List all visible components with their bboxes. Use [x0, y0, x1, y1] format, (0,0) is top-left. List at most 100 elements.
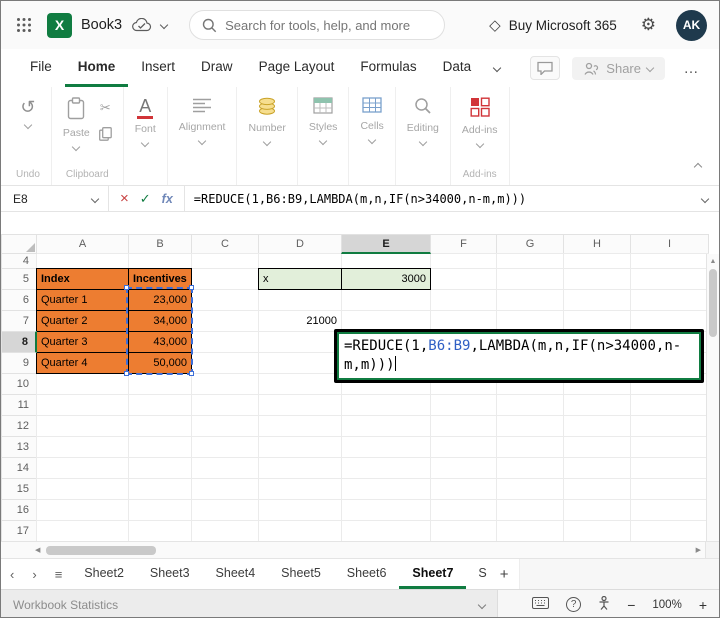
tab-file[interactable]: File [17, 49, 65, 87]
cell-H15[interactable] [563, 478, 631, 500]
chevron-down-icon[interactable] [159, 20, 169, 30]
row-header-17[interactable]: 17 [1, 520, 37, 541]
name-box[interactable]: E8 [1, 186, 109, 211]
column-header-H[interactable]: H [563, 234, 631, 254]
cell-G12[interactable] [496, 415, 564, 437]
more-tabs-chevron[interactable] [484, 49, 510, 87]
cell-D12[interactable] [258, 415, 342, 437]
vertical-scrollbar[interactable]: ▲ [706, 254, 719, 541]
cell-H16[interactable] [563, 499, 631, 521]
cell-I15[interactable] [630, 478, 709, 500]
range-handle[interactable] [189, 285, 194, 290]
cell-D14[interactable] [258, 457, 342, 479]
row-header-11[interactable]: 11 [1, 394, 37, 416]
cell-D13[interactable] [258, 436, 342, 458]
cell-F13[interactable] [430, 436, 497, 458]
cell-C4[interactable] [191, 253, 259, 269]
cell-C6[interactable] [191, 289, 259, 311]
row-header-4[interactable]: 4 [1, 253, 37, 269]
cell-D17[interactable] [258, 520, 342, 541]
cell-A11[interactable] [36, 394, 129, 416]
cell-B6[interactable]: 23,000 [128, 289, 192, 311]
chevron-down-icon[interactable] [90, 194, 100, 203]
cell-A12[interactable] [36, 415, 129, 437]
horizontal-scrollbar[interactable]: ◀ ▶ [1, 541, 719, 558]
sheet-nav-right-chevron[interactable]: › [23, 559, 45, 589]
cell-I6[interactable] [630, 289, 709, 311]
row-header-6[interactable]: 6 [1, 289, 37, 311]
cancel-entry-button[interactable]: × [120, 191, 129, 206]
cell-H12[interactable] [563, 415, 631, 437]
share-button[interactable]: Share [572, 56, 665, 80]
cell-H11[interactable] [563, 394, 631, 416]
horizontal-scroll-thumb[interactable] [46, 545, 157, 555]
cell-B13[interactable] [128, 436, 192, 458]
cell-D15[interactable] [258, 478, 342, 500]
cell-D11[interactable] [258, 394, 342, 416]
sheet-tab-sheet3[interactable]: Sheet3 [137, 559, 203, 589]
cell-I11[interactable] [630, 394, 709, 416]
cell-A8[interactable]: Quarter 3 [36, 331, 129, 353]
tab-insert[interactable]: Insert [128, 49, 188, 87]
workbook-title[interactable]: Book3 [81, 17, 122, 33]
cell-G11[interactable] [496, 394, 564, 416]
cell-B14[interactable] [128, 457, 192, 479]
range-handle[interactable] [124, 371, 129, 376]
cell-G17[interactable] [496, 520, 564, 541]
cell-F15[interactable] [430, 478, 497, 500]
cell-I17[interactable] [630, 520, 709, 541]
cell-I16[interactable] [630, 499, 709, 521]
cell-C14[interactable] [191, 457, 259, 479]
cell-A17[interactable] [36, 520, 129, 541]
vertical-scroll-thumb[interactable] [709, 269, 717, 337]
tab-formulas[interactable]: Formulas [347, 49, 429, 87]
sheet-tab-sheet5[interactable]: Sheet5 [268, 559, 334, 589]
cell-B7[interactable]: 34,000 [128, 310, 192, 332]
sheet-nav-left-chevron[interactable]: ‹ [1, 559, 23, 589]
column-header-G[interactable]: G [496, 234, 564, 254]
font-menu-button[interactable]: A Font [135, 97, 156, 148]
sheet-tab-sheet2[interactable]: Sheet2 [71, 559, 137, 589]
cell-D10[interactable] [258, 373, 342, 395]
cell-I13[interactable] [630, 436, 709, 458]
cell-B16[interactable] [128, 499, 192, 521]
scroll-up-arrow[interactable]: ▲ [710, 254, 717, 267]
more-options-button[interactable]: … [677, 56, 705, 80]
cell-E6[interactable] [341, 289, 431, 311]
cell-A7[interactable]: Quarter 2 [36, 310, 129, 332]
styles-menu-button[interactable]: Styles [309, 97, 337, 146]
scroll-right-arrow[interactable]: ▶ [692, 546, 705, 554]
row-header-8[interactable]: 8 [1, 331, 37, 353]
cell-edit-formula[interactable]: =REDUCE(1,B6:B9,LAMBDA(m,n,IF(n>34000,n-… [337, 332, 701, 380]
cell-G14[interactable] [496, 457, 564, 479]
cell-D5[interactable]: x [258, 268, 342, 290]
cell-D9[interactable] [258, 352, 342, 374]
cell-H4[interactable] [563, 253, 631, 269]
expand-formula-bar-chevron[interactable] [691, 194, 719, 203]
cell-G4[interactable] [496, 253, 564, 269]
sheet-tab-sheet7[interactable]: Sheet7 [399, 559, 467, 589]
tab-data[interactable]: Data [430, 49, 485, 87]
cell-A16[interactable] [36, 499, 129, 521]
cell-A15[interactable] [36, 478, 129, 500]
cell-C12[interactable] [191, 415, 259, 437]
cell-B10[interactable] [128, 373, 192, 395]
cell-A10[interactable] [36, 373, 129, 395]
editing-menu-button[interactable]: Editing [407, 97, 439, 147]
column-header-F[interactable]: F [430, 234, 497, 254]
cell-G6[interactable] [496, 289, 564, 311]
cell-B11[interactable] [128, 394, 192, 416]
range-handle[interactable] [124, 285, 129, 290]
number-menu-button[interactable]: Number [248, 97, 286, 147]
column-header-C[interactable]: C [191, 234, 259, 254]
cell-F5[interactable] [430, 268, 497, 290]
cell-D4[interactable] [258, 253, 342, 269]
cell-F17[interactable] [430, 520, 497, 541]
cell-G16[interactable] [496, 499, 564, 521]
cell-E15[interactable] [341, 478, 431, 500]
range-handle[interactable] [189, 371, 194, 376]
cell-F12[interactable] [430, 415, 497, 437]
sheet-tab-sheet4[interactable]: Sheet4 [203, 559, 269, 589]
cell-F14[interactable] [430, 457, 497, 479]
select-all-button[interactable] [1, 234, 37, 254]
